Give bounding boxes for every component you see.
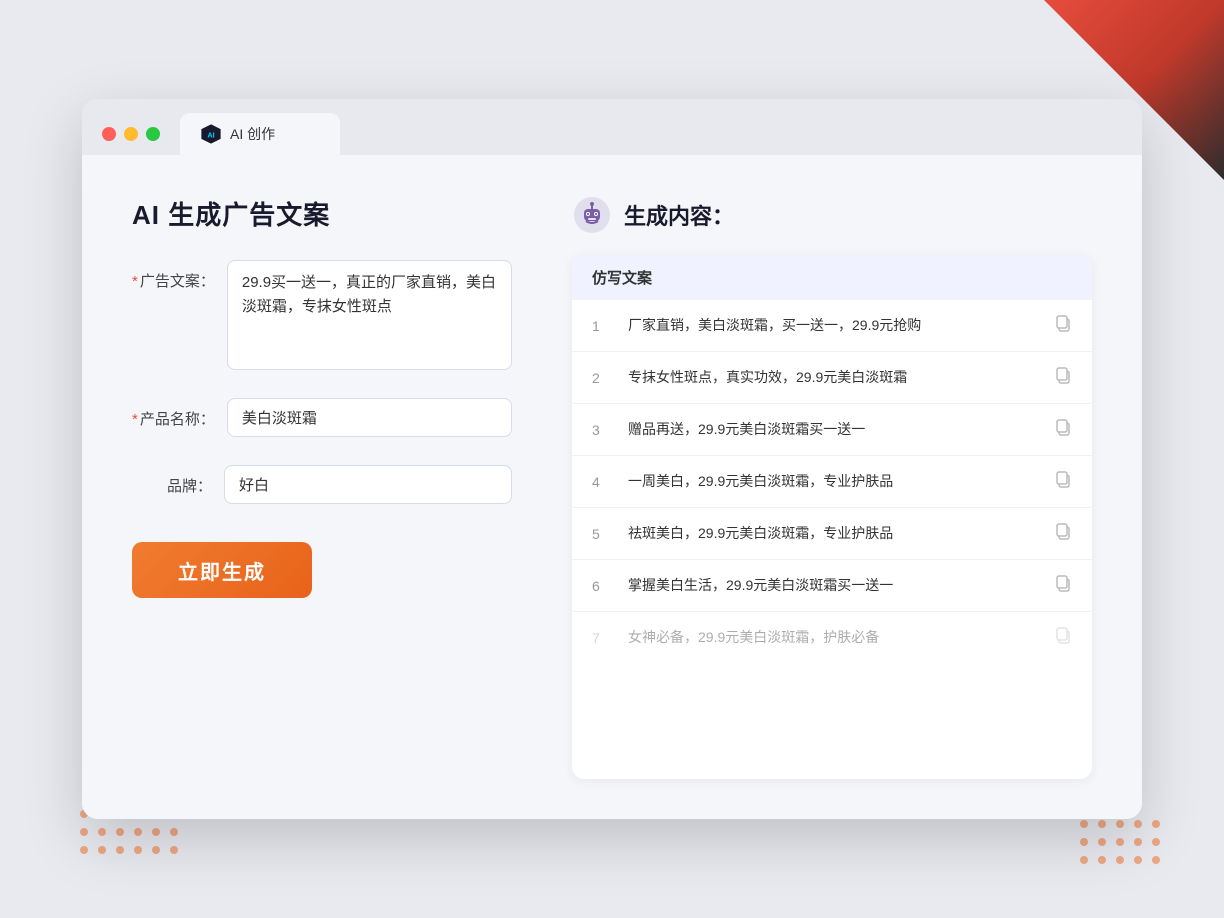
generate-button[interactable]: 立即生成 bbox=[132, 542, 312, 598]
copy-icon[interactable] bbox=[1054, 366, 1072, 389]
row-text: 专抹女性斑点，真实功效，29.9元美白淡斑霜 bbox=[628, 367, 1038, 388]
svg-text:AI: AI bbox=[207, 131, 214, 140]
row-number: 3 bbox=[592, 422, 612, 438]
row-text: 赠品再送，29.9元美白淡斑霜买一送一 bbox=[628, 419, 1038, 440]
row-number: 6 bbox=[592, 578, 612, 594]
row-text: 女神必备，29.9元美白淡斑霜，护肤必备 bbox=[628, 627, 1038, 648]
brand-row: 品牌： bbox=[132, 465, 512, 504]
row-number: 2 bbox=[592, 370, 612, 386]
tab-title-text: AI 创作 bbox=[230, 124, 275, 144]
table-row: 1 厂家直销，美白淡斑霜，买一送一，29.9元抢购 bbox=[572, 300, 1092, 352]
copy-icon[interactable] bbox=[1054, 626, 1072, 649]
bg-decoration-dots-right bbox=[1080, 820, 1164, 868]
row-number: 4 bbox=[592, 474, 612, 490]
right-panel: 生成内容： 仿写文案 1 厂家直销，美白淡斑霜，买一送一，29.9元抢购 2 专抹女性… bbox=[572, 195, 1092, 779]
ad-copy-required: * bbox=[132, 273, 138, 290]
browser-chrome: AI AI 创作 bbox=[82, 99, 1142, 155]
table-row: 7 女神必备，29.9元美白淡斑霜，护肤必备 bbox=[572, 612, 1092, 663]
left-panel: AI 生成广告文案 *广告文案： 29.9买一送一，真正的厂家直销，美白淡斑霜，… bbox=[132, 195, 512, 779]
copy-icon[interactable] bbox=[1054, 522, 1072, 545]
brand-label: 品牌： bbox=[132, 465, 212, 496]
close-button[interactable] bbox=[102, 127, 116, 141]
table-row: 4 一周美白，29.9元美白淡斑霜，专业护肤品 bbox=[572, 456, 1092, 508]
table-row: 3 赠品再送，29.9元美白淡斑霜买一送一 bbox=[572, 404, 1092, 456]
table-row: 6 掌握美白生活，29.9元美白淡斑霜买一送一 bbox=[572, 560, 1092, 612]
row-text: 厂家直销，美白淡斑霜，买一送一，29.9元抢购 bbox=[628, 315, 1038, 336]
table-header: 仿写文案 bbox=[572, 255, 1092, 300]
ad-copy-input[interactable]: 29.9买一送一，真正的厂家直销，美白淡斑霜，专抹女性斑点 bbox=[227, 260, 512, 370]
browser-window: AI AI 创作 AI 生成广告文案 *广告文案： 29.9买一送一，真正的厂家… bbox=[82, 99, 1142, 819]
row-number: 5 bbox=[592, 526, 612, 542]
robot-icon bbox=[572, 195, 612, 235]
row-number: 1 bbox=[592, 318, 612, 334]
ai-tab-icon: AI bbox=[200, 123, 222, 145]
row-text: 一周美白，29.9元美白淡斑霜，专业护肤品 bbox=[628, 471, 1038, 492]
copy-icon[interactable] bbox=[1054, 418, 1072, 441]
product-required: * bbox=[132, 411, 138, 428]
result-table: 仿写文案 1 厂家直销，美白淡斑霜，买一送一，29.9元抢购 2 专抹女性斑点，真实功… bbox=[572, 255, 1092, 779]
product-name-row: *产品名称： bbox=[132, 398, 512, 437]
result-header: 生成内容： bbox=[572, 195, 1092, 235]
row-text: 祛斑美白，29.9元美白淡斑霜，专业护肤品 bbox=[628, 523, 1038, 544]
ad-copy-label: *广告文案： bbox=[132, 260, 215, 291]
page-title: AI 生成广告文案 bbox=[132, 195, 512, 232]
copy-icon[interactable] bbox=[1054, 470, 1072, 493]
table-row: 2 专抹女性斑点，真实功效，29.9元美白淡斑霜 bbox=[572, 352, 1092, 404]
app-content: AI 生成广告文案 *广告文案： 29.9买一送一，真正的厂家直销，美白淡斑霜，… bbox=[82, 155, 1142, 819]
table-row: 5 祛斑美白，29.9元美白淡斑霜，专业护肤品 bbox=[572, 508, 1092, 560]
window-controls bbox=[102, 127, 160, 141]
product-name-label: *产品名称： bbox=[132, 398, 215, 429]
ad-copy-row: *广告文案： 29.9买一送一，真正的厂家直销，美白淡斑霜，专抹女性斑点 bbox=[132, 260, 512, 370]
row-text: 掌握美白生活，29.9元美白淡斑霜买一送一 bbox=[628, 575, 1038, 596]
result-rows-container: 1 厂家直销，美白淡斑霜，买一送一，29.9元抢购 2 专抹女性斑点，真实功效，29.… bbox=[572, 300, 1092, 663]
copy-icon[interactable] bbox=[1054, 314, 1072, 337]
minimize-button[interactable] bbox=[124, 127, 138, 141]
result-title: 生成内容： bbox=[624, 199, 734, 231]
row-number: 7 bbox=[592, 630, 612, 646]
brand-input[interactable] bbox=[224, 465, 512, 504]
product-name-input[interactable] bbox=[227, 398, 512, 437]
browser-tab[interactable]: AI AI 创作 bbox=[180, 113, 340, 155]
maximize-button[interactable] bbox=[146, 127, 160, 141]
copy-icon[interactable] bbox=[1054, 574, 1072, 597]
